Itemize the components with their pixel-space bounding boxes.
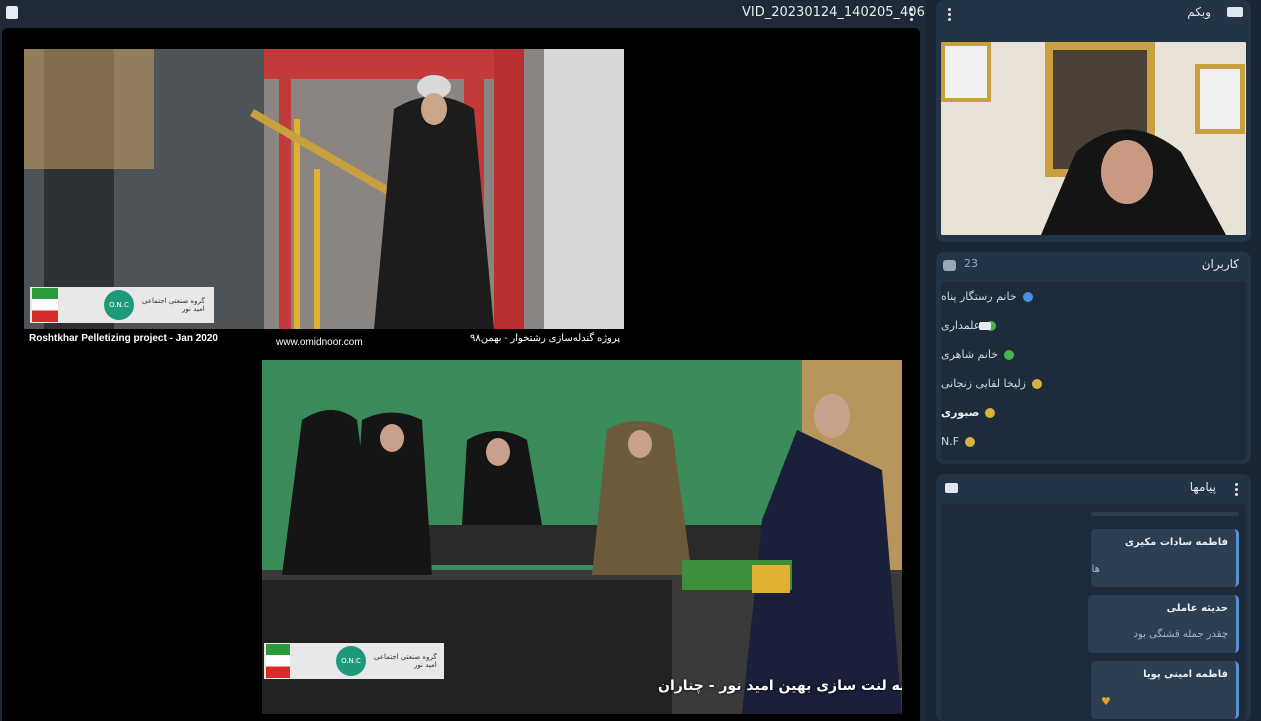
webcam-video	[941, 42, 1246, 235]
messages-list[interactable]: فاطمه سادات مکیری ها حدیثه عاملی چقدر جم…	[941, 504, 1246, 721]
users-count: 23	[964, 257, 978, 270]
logo-line-1: گروه صنعتی اجتماعی	[374, 653, 437, 661]
top-video-logo: O.N.C گروه صنعتی اجتماعی امید نور	[30, 287, 214, 323]
webcam-person-image	[941, 42, 1246, 235]
emoji-icon: ♥	[1101, 695, 1111, 708]
message-text: ها	[1091, 564, 1100, 575]
top-video-caption-en: Roshtkhar Pelletizing project - Jan 2020	[29, 333, 218, 344]
main-panel-header: VID_20230124_140205_406	[0, 0, 926, 28]
bottom-video-caption: کارخانه لنت سازی بهین امید نور - چناران	[658, 678, 902, 694]
user-name: خانم رستگار پناه	[941, 290, 1017, 303]
message-text: چقدر جمله قشنگی بود	[1133, 629, 1228, 640]
user-camera-icon	[979, 321, 991, 330]
user-row[interactable]: زلیخا لقایی زنجانی	[941, 369, 1246, 398]
logo-line-1: گروه صنعتی اجتماعی	[142, 297, 205, 305]
message-card: فاطمه سادات مکیری ها	[1091, 529, 1239, 587]
flag-icon	[266, 644, 290, 678]
users-panel: 23 کاربران خانم رستگار پناه علمداری خانم…	[936, 252, 1251, 464]
user-row[interactable]: خانم رستگار پناه	[941, 282, 1246, 311]
chat-icon	[945, 483, 958, 493]
user-name: خانم شاهری	[941, 348, 999, 361]
messages-title: پیامها	[1189, 480, 1216, 494]
messages-menu-icon[interactable]	[1229, 481, 1243, 497]
message-card: فاطمه امینی پویا ♥	[1091, 661, 1239, 719]
logo-line-2: امید نور	[414, 661, 437, 669]
user-icon	[985, 407, 996, 418]
user-icon	[1022, 291, 1033, 302]
user-row[interactable]: N.F	[941, 427, 1246, 456]
top-video-caption-url: www.omidnoor.com	[276, 337, 363, 348]
users-title: کاربران	[1201, 257, 1239, 271]
main-menu-icon[interactable]	[904, 6, 918, 22]
user-name: زلیخا لقایی زنجانی	[941, 377, 1026, 390]
camera-icon	[1227, 7, 1243, 17]
top-video-frame: O.N.C گروه صنعتی اجتماعی امید نور	[24, 49, 624, 329]
message-card: حدیثه عاملی چقدر جمله قشنگی بود	[1088, 595, 1239, 653]
message-author: حدیثه عاملی	[1166, 603, 1228, 614]
video-player[interactable]: O.N.C گروه صنعتی اجتماعی امید نور Roshtk…	[2, 28, 920, 721]
bottom-video-logo: O.N.C گروه صنعتی اجتماعی امید نور	[264, 643, 444, 679]
webcam-title: وبکم	[1187, 5, 1211, 19]
webcam-panel: وبکم	[936, 0, 1251, 242]
flag-icon	[32, 288, 58, 322]
logo-line-2: امید نور	[182, 305, 205, 313]
message-author: فاطمه سادات مکیری	[1124, 537, 1228, 548]
messages-panel: پیامها فاطمه سادات مکیری ها حدیثه عاملی …	[936, 474, 1251, 721]
user-row[interactable]: صبوری	[941, 398, 1246, 427]
user-icon	[965, 436, 976, 447]
file-icon	[6, 6, 18, 19]
main-video-panel: VID_20230124_140205_406 O.N.C گروه صنعتی…	[0, 0, 926, 721]
user-name: N.F	[941, 435, 960, 448]
onc-badge: O.N.C	[104, 290, 134, 320]
user-name: صبوری	[941, 406, 980, 419]
webcam-menu-icon[interactable]	[942, 6, 956, 22]
video-title: VID_20230124_140205_406	[742, 5, 925, 20]
users-list: خانم رستگار پناه علمداری خانم شاهری زلیخ…	[941, 282, 1246, 460]
onc-badge: O.N.C	[336, 646, 366, 676]
user-row[interactable]: علمداری	[941, 311, 1246, 340]
message-card-partial	[1091, 512, 1239, 516]
user-icon	[1031, 378, 1042, 389]
user-icon	[1004, 349, 1015, 360]
user-row[interactable]: خانم شاهری	[941, 340, 1246, 369]
message-author: فاطمه امینی پویا	[1143, 669, 1228, 680]
user-name: علمداری	[941, 319, 981, 332]
bottom-video-frame: O.N.C گروه صنعتی اجتماعی امید نور کارخان…	[262, 360, 902, 714]
top-video-caption-fa: پروژه گندله‌سازی رشتخوار - بهمن۹۸	[470, 333, 621, 344]
users-group-icon	[943, 260, 956, 271]
